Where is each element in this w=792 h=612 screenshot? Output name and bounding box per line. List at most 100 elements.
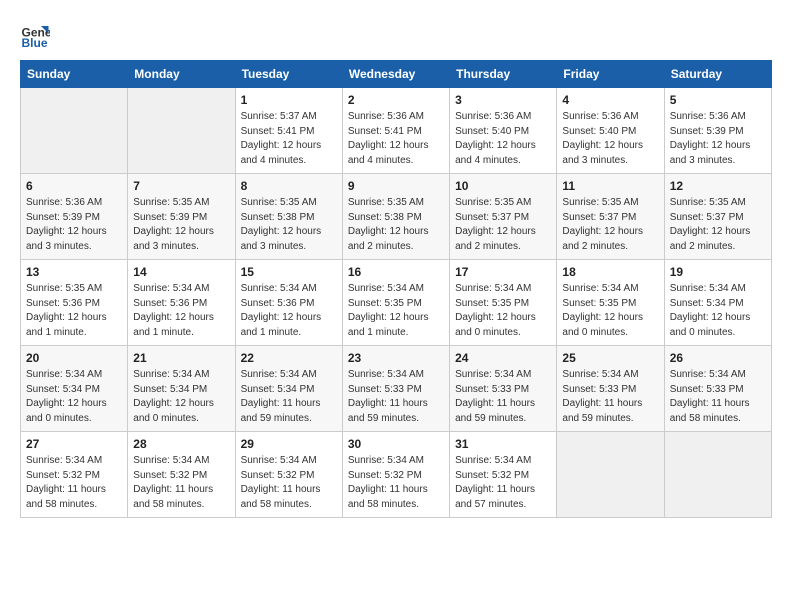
- day-info: Sunrise: 5:35 AM Sunset: 5:37 PM Dayligh…: [562, 196, 658, 254]
- calendar-cell: 30 Sunrise: 5:34 AM Sunset: 5:32 PM Dayli…: [342, 432, 449, 518]
- calendar-cell: [128, 88, 235, 174]
- day-info: Sunrise: 5:35 AM Sunset: 5:37 PM Dayligh…: [670, 196, 766, 254]
- calendar-cell: 26 Sunrise: 5:34 AM Sunset: 5:33 PM Dayli…: [664, 346, 771, 432]
- day-number: 26: [670, 351, 766, 365]
- day-number: 13: [26, 265, 122, 279]
- day-number: 23: [348, 351, 444, 365]
- day-number: 24: [455, 351, 551, 365]
- day-info: Sunrise: 5:34 AM Sunset: 5:33 PM Dayligh…: [455, 368, 551, 426]
- weekday-header-cell: Monday: [128, 61, 235, 88]
- calendar-cell: 31 Sunrise: 5:34 AM Sunset: 5:32 PM Dayli…: [450, 432, 557, 518]
- calendar-cell: [557, 432, 664, 518]
- weekday-header-cell: Wednesday: [342, 61, 449, 88]
- calendar-cell: 28 Sunrise: 5:34 AM Sunset: 5:32 PM Dayli…: [128, 432, 235, 518]
- day-info: Sunrise: 5:34 AM Sunset: 5:34 PM Dayligh…: [133, 368, 229, 426]
- calendar-cell: 27 Sunrise: 5:34 AM Sunset: 5:32 PM Dayli…: [21, 432, 128, 518]
- day-number: 18: [562, 265, 658, 279]
- day-info: Sunrise: 5:36 AM Sunset: 5:39 PM Dayligh…: [670, 110, 766, 168]
- day-info: Sunrise: 5:34 AM Sunset: 5:32 PM Dayligh…: [133, 454, 229, 512]
- day-info: Sunrise: 5:35 AM Sunset: 5:37 PM Dayligh…: [455, 196, 551, 254]
- day-number: 3: [455, 93, 551, 107]
- day-info: Sunrise: 5:34 AM Sunset: 5:35 PM Dayligh…: [455, 282, 551, 340]
- day-number: 30: [348, 437, 444, 451]
- calendar-cell: 29 Sunrise: 5:34 AM Sunset: 5:32 PM Dayli…: [235, 432, 342, 518]
- day-info: Sunrise: 5:34 AM Sunset: 5:33 PM Dayligh…: [670, 368, 766, 426]
- calendar-cell: 24 Sunrise: 5:34 AM Sunset: 5:33 PM Dayli…: [450, 346, 557, 432]
- day-info: Sunrise: 5:34 AM Sunset: 5:32 PM Dayligh…: [26, 454, 122, 512]
- day-number: 7: [133, 179, 229, 193]
- day-number: 11: [562, 179, 658, 193]
- weekday-header-cell: Tuesday: [235, 61, 342, 88]
- weekday-header-cell: Sunday: [21, 61, 128, 88]
- weekday-header-cell: Saturday: [664, 61, 771, 88]
- calendar-cell: 10 Sunrise: 5:35 AM Sunset: 5:37 PM Dayli…: [450, 174, 557, 260]
- day-number: 2: [348, 93, 444, 107]
- day-info: Sunrise: 5:34 AM Sunset: 5:32 PM Dayligh…: [241, 454, 337, 512]
- day-number: 31: [455, 437, 551, 451]
- day-info: Sunrise: 5:34 AM Sunset: 5:36 PM Dayligh…: [133, 282, 229, 340]
- calendar-table: SundayMondayTuesdayWednesdayThursdayFrid…: [20, 60, 772, 518]
- calendar-cell: 12 Sunrise: 5:35 AM Sunset: 5:37 PM Dayli…: [664, 174, 771, 260]
- day-number: 21: [133, 351, 229, 365]
- day-info: Sunrise: 5:34 AM Sunset: 5:32 PM Dayligh…: [455, 454, 551, 512]
- day-number: 28: [133, 437, 229, 451]
- day-number: 12: [670, 179, 766, 193]
- calendar-cell: 7Sunrise: 5:35 AM Sunset: 5:39 PM Daylig…: [128, 174, 235, 260]
- calendar-week-row: 6 Sunrise: 5:36 AM Sunset: 5:39 PM Daylig…: [21, 174, 772, 260]
- calendar-cell: 9Sunrise: 5:35 AM Sunset: 5:38 PM Daylig…: [342, 174, 449, 260]
- day-number: 6: [26, 179, 122, 193]
- weekday-header-cell: Thursday: [450, 61, 557, 88]
- calendar-cell: 1Sunrise: 5:37 AM Sunset: 5:41 PM Daylig…: [235, 88, 342, 174]
- calendar-cell: 15Sunrise: 5:34 AM Sunset: 5:36 PM Dayli…: [235, 260, 342, 346]
- page-header: General Blue: [20, 20, 772, 50]
- calendar-cell: 14 Sunrise: 5:34 AM Sunset: 5:36 PM Dayli…: [128, 260, 235, 346]
- calendar-week-row: 27 Sunrise: 5:34 AM Sunset: 5:32 PM Dayli…: [21, 432, 772, 518]
- day-number: 8: [241, 179, 337, 193]
- day-number: 25: [562, 351, 658, 365]
- day-number: 29: [241, 437, 337, 451]
- day-info: Sunrise: 5:36 AM Sunset: 5:39 PM Dayligh…: [26, 196, 122, 254]
- calendar-cell: 23Sunrise: 5:34 AM Sunset: 5:33 PM Dayli…: [342, 346, 449, 432]
- calendar-cell: 18Sunrise: 5:34 AM Sunset: 5:35 PM Dayli…: [557, 260, 664, 346]
- calendar-cell: 11 Sunrise: 5:35 AM Sunset: 5:37 PM Dayli…: [557, 174, 664, 260]
- calendar-cell: 20 Sunrise: 5:34 AM Sunset: 5:34 PM Dayli…: [21, 346, 128, 432]
- day-number: 16: [348, 265, 444, 279]
- day-number: 15: [241, 265, 337, 279]
- weekday-header-row: SundayMondayTuesdayWednesdayThursdayFrid…: [21, 61, 772, 88]
- day-number: 27: [26, 437, 122, 451]
- day-number: 10: [455, 179, 551, 193]
- day-number: 9: [348, 179, 444, 193]
- day-info: Sunrise: 5:35 AM Sunset: 5:36 PM Dayligh…: [26, 282, 122, 340]
- calendar-cell: 2 Sunrise: 5:36 AM Sunset: 5:41 PM Daylig…: [342, 88, 449, 174]
- day-number: 4: [562, 93, 658, 107]
- calendar-cell: 8Sunrise: 5:35 AM Sunset: 5:38 PM Daylig…: [235, 174, 342, 260]
- day-info: Sunrise: 5:34 AM Sunset: 5:35 PM Dayligh…: [348, 282, 444, 340]
- calendar-cell: 5 Sunrise: 5:36 AM Sunset: 5:39 PM Daylig…: [664, 88, 771, 174]
- calendar-cell: 25 Sunrise: 5:34 AM Sunset: 5:33 PM Dayli…: [557, 346, 664, 432]
- calendar-cell: 16 Sunrise: 5:34 AM Sunset: 5:35 PM Dayli…: [342, 260, 449, 346]
- calendar-cell: 19Sunrise: 5:34 AM Sunset: 5:34 PM Dayli…: [664, 260, 771, 346]
- day-number: 22: [241, 351, 337, 365]
- day-number: 14: [133, 265, 229, 279]
- calendar-week-row: 20 Sunrise: 5:34 AM Sunset: 5:34 PM Dayli…: [21, 346, 772, 432]
- day-info: Sunrise: 5:34 AM Sunset: 5:33 PM Dayligh…: [562, 368, 658, 426]
- day-info: Sunrise: 5:37 AM Sunset: 5:41 PM Dayligh…: [241, 110, 337, 168]
- day-info: Sunrise: 5:34 AM Sunset: 5:34 PM Dayligh…: [241, 368, 337, 426]
- calendar-week-row: 1Sunrise: 5:37 AM Sunset: 5:41 PM Daylig…: [21, 88, 772, 174]
- day-info: Sunrise: 5:36 AM Sunset: 5:41 PM Dayligh…: [348, 110, 444, 168]
- calendar-cell: 17Sunrise: 5:34 AM Sunset: 5:35 PM Dayli…: [450, 260, 557, 346]
- day-info: Sunrise: 5:34 AM Sunset: 5:34 PM Dayligh…: [26, 368, 122, 426]
- day-info: Sunrise: 5:34 AM Sunset: 5:32 PM Dayligh…: [348, 454, 444, 512]
- calendar-cell: 22 Sunrise: 5:34 AM Sunset: 5:34 PM Dayli…: [235, 346, 342, 432]
- day-number: 19: [670, 265, 766, 279]
- calendar-cell: 6 Sunrise: 5:36 AM Sunset: 5:39 PM Daylig…: [21, 174, 128, 260]
- calendar-week-row: 13 Sunrise: 5:35 AM Sunset: 5:36 PM Dayli…: [21, 260, 772, 346]
- weekday-header-cell: Friday: [557, 61, 664, 88]
- day-info: Sunrise: 5:36 AM Sunset: 5:40 PM Dayligh…: [455, 110, 551, 168]
- calendar-cell: 3 Sunrise: 5:36 AM Sunset: 5:40 PM Daylig…: [450, 88, 557, 174]
- calendar-body: 1Sunrise: 5:37 AM Sunset: 5:41 PM Daylig…: [21, 88, 772, 518]
- day-number: 20: [26, 351, 122, 365]
- day-number: 5: [670, 93, 766, 107]
- svg-text:Blue: Blue: [22, 36, 48, 50]
- calendar-cell: [664, 432, 771, 518]
